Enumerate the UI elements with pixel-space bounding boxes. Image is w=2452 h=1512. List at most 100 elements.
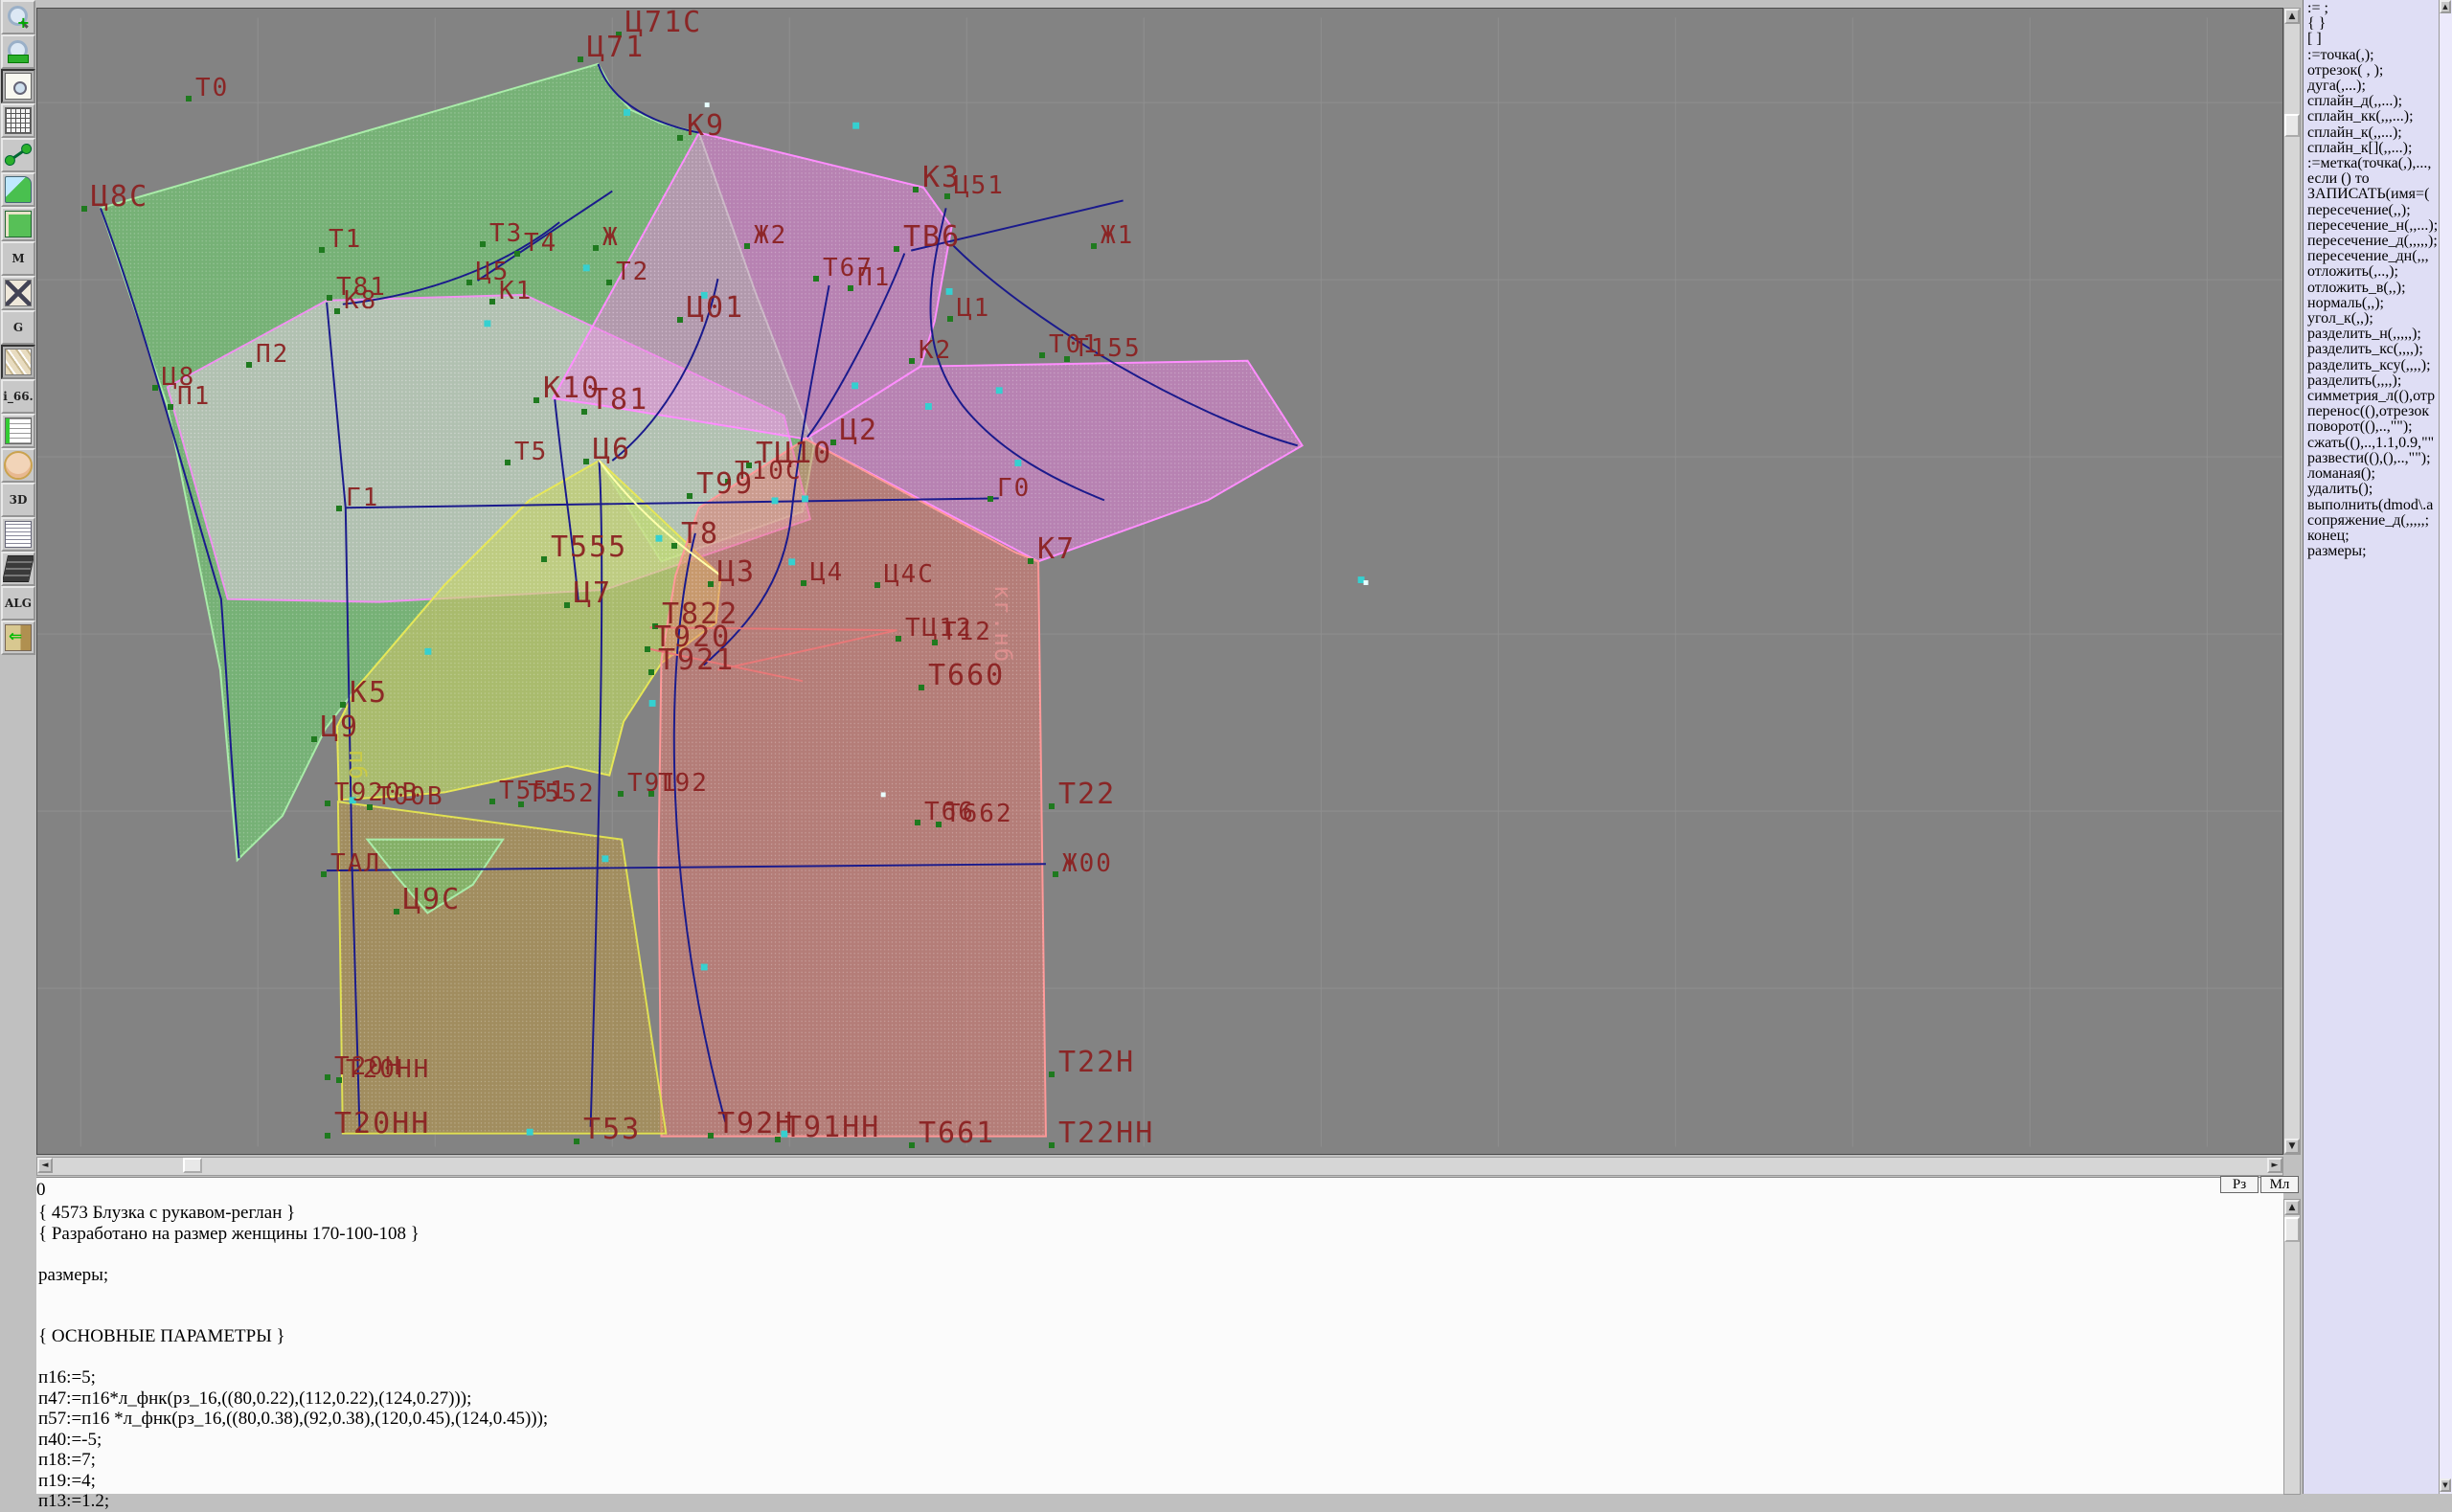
point-label: Т0: [195, 74, 230, 102]
line-number: 0: [36, 1180, 46, 1200]
point-label: Т4: [524, 229, 558, 258]
left-toolbar: + M Gi_66. 3D ALG: [0, 0, 36, 1494]
point-marker: [708, 581, 714, 587]
point-marker: [336, 505, 342, 511]
point-marker: [947, 315, 953, 322]
point-marker: [645, 646, 650, 652]
canvas-scroll-up-icon[interactable]: ▲: [2284, 9, 2300, 24]
point-label: Т8: [681, 517, 720, 551]
drafting-tools-button[interactable]: [1, 276, 35, 310]
point-label: К8: [344, 286, 378, 315]
point-marker: [321, 870, 327, 877]
archive-books-button[interactable]: [1, 552, 35, 586]
point-label: Ц9: [321, 711, 360, 744]
measure-button[interactable]: [1, 138, 35, 172]
point-marker: [932, 639, 938, 645]
point-label: Ж1: [1101, 221, 1135, 250]
canvas-vscroll-thumb[interactable]: [2284, 114, 2300, 137]
point-marker: [319, 246, 325, 253]
grazia-g-button[interactable]: G: [1, 310, 35, 345]
point-label: П1: [857, 263, 892, 292]
point-marker: [574, 1139, 579, 1144]
ml-button[interactable]: Мл: [2260, 1176, 2299, 1193]
point-marker: [593, 244, 599, 251]
point-label: Т3: [489, 219, 524, 248]
point-label: Ц1: [957, 294, 991, 323]
canvas-scroll-down-icon[interactable]: ▼: [2284, 1139, 2300, 1154]
point-marker: [708, 1133, 714, 1139]
point-label: К9: [687, 109, 726, 143]
fit-view-button[interactable]: [1, 69, 35, 103]
spec-table-button[interactable]: [1, 414, 35, 448]
point-marker: [1064, 355, 1070, 362]
point-marker: [677, 317, 683, 323]
point-marker: [1049, 803, 1055, 809]
point-marker: [466, 279, 472, 285]
point-label: Ц9С: [403, 883, 462, 916]
item-i66-icon: i_66.: [3, 390, 34, 403]
point-label: Ц01: [687, 291, 745, 325]
exit-button[interactable]: [1, 621, 35, 655]
point-label: Ц4: [810, 558, 845, 587]
point-marker: [648, 790, 654, 797]
point-marker: [687, 493, 692, 499]
command-vscrollbar[interactable]: ▲ ▼: [2439, 0, 2452, 1494]
program-code[interactable]: { 4573 Блузка с рукавом-реглан } { Разра…: [38, 1203, 548, 1512]
code-vscrollbar[interactable]: ▲: [2283, 1199, 2301, 1495]
marker-m-button[interactable]: M: [1, 241, 35, 276]
code-vscroll-thumb[interactable]: [2284, 1217, 2300, 1242]
point-label: Ж: [602, 223, 620, 252]
point-label: Ц51: [954, 171, 1005, 200]
canvas-hscrollbar[interactable]: ◄ ►: [36, 1157, 2283, 1176]
point-label: Т99: [696, 467, 755, 501]
point-marker: [325, 1133, 330, 1139]
command-scroll-up-icon[interactable]: ▲: [2440, 0, 2451, 13]
point-marker: [813, 275, 819, 282]
point-marker: [909, 357, 915, 364]
grid-button[interactable]: [1, 103, 35, 138]
point-marker: [909, 1142, 915, 1148]
command-list-panel[interactable]: := ; { } [ ] :=точка(,); отрезок( , ); д…: [2303, 0, 2439, 1494]
zoom-out-button[interactable]: [1, 34, 35, 69]
drawing-canvas[interactable]: Ц71С Ц71 Т0 К9 Ц8С К3 Ц51 ТВ6 Ж1 Т1 Т3 Т4 Ж Ж2 Т67 П1 Т2…: [36, 8, 2283, 1155]
point-label: Т921: [658, 643, 736, 677]
point-marker: [874, 581, 880, 588]
sheet-button[interactable]: [1, 172, 35, 207]
command-scroll-down-icon[interactable]: ▼: [2440, 1478, 2451, 1492]
model-photo-button[interactable]: [1, 448, 35, 483]
fit-view-icon: [5, 73, 32, 100]
point-label: Т20НН: [334, 1107, 431, 1140]
pattern-card-button[interactable]: [1, 207, 35, 241]
point-label: Ц8С: [91, 180, 149, 214]
point-marker: [505, 459, 511, 465]
canvas-scroll-left-icon[interactable]: ◄: [37, 1158, 53, 1173]
text-doc-button[interactable]: [1, 517, 35, 552]
sheet-icon: [5, 176, 32, 203]
item-i66-button[interactable]: i_66.: [1, 379, 35, 414]
point-marker: [81, 206, 87, 212]
point-label: Ц6: [593, 433, 632, 466]
point-marker: [489, 298, 495, 305]
point-label: Ж00: [1062, 849, 1113, 878]
drafting-tools-icon: [5, 280, 32, 306]
canvas-vscrollbar[interactable]: ▲ ▼: [2283, 8, 2301, 1155]
algorithms-button[interactable]: ALG: [1, 586, 35, 621]
point-marker: [1049, 1072, 1055, 1077]
point-label: Т661: [919, 1117, 996, 1150]
zoom-in-button[interactable]: +: [1, 0, 35, 34]
point-marker: [896, 635, 901, 642]
point-label: Т00В: [376, 782, 444, 811]
rz-button[interactable]: Рз: [2220, 1176, 2259, 1193]
canvas-hscroll-thumb[interactable]: [183, 1158, 202, 1173]
point-marker: [518, 801, 524, 807]
design-rulers-button[interactable]: [1, 345, 35, 379]
view-3d-button[interactable]: 3D: [1, 483, 35, 517]
point-marker: [340, 702, 346, 708]
canvas-scroll-right-icon[interactable]: ►: [2267, 1158, 2282, 1173]
algorithms-icon: ALG: [5, 597, 32, 610]
code-scroll-up-icon[interactable]: ▲: [2284, 1200, 2300, 1215]
command-list[interactable]: := ; { } [ ] :=точка(,); отрезок( , ); д…: [2307, 0, 2438, 559]
program-text-panel[interactable]: 0 Рз Мл { 4573 Блузка с рукавом-реглан }…: [0, 1176, 2301, 1511]
point-label: пб: [344, 750, 371, 781]
point-marker: [489, 798, 495, 804]
